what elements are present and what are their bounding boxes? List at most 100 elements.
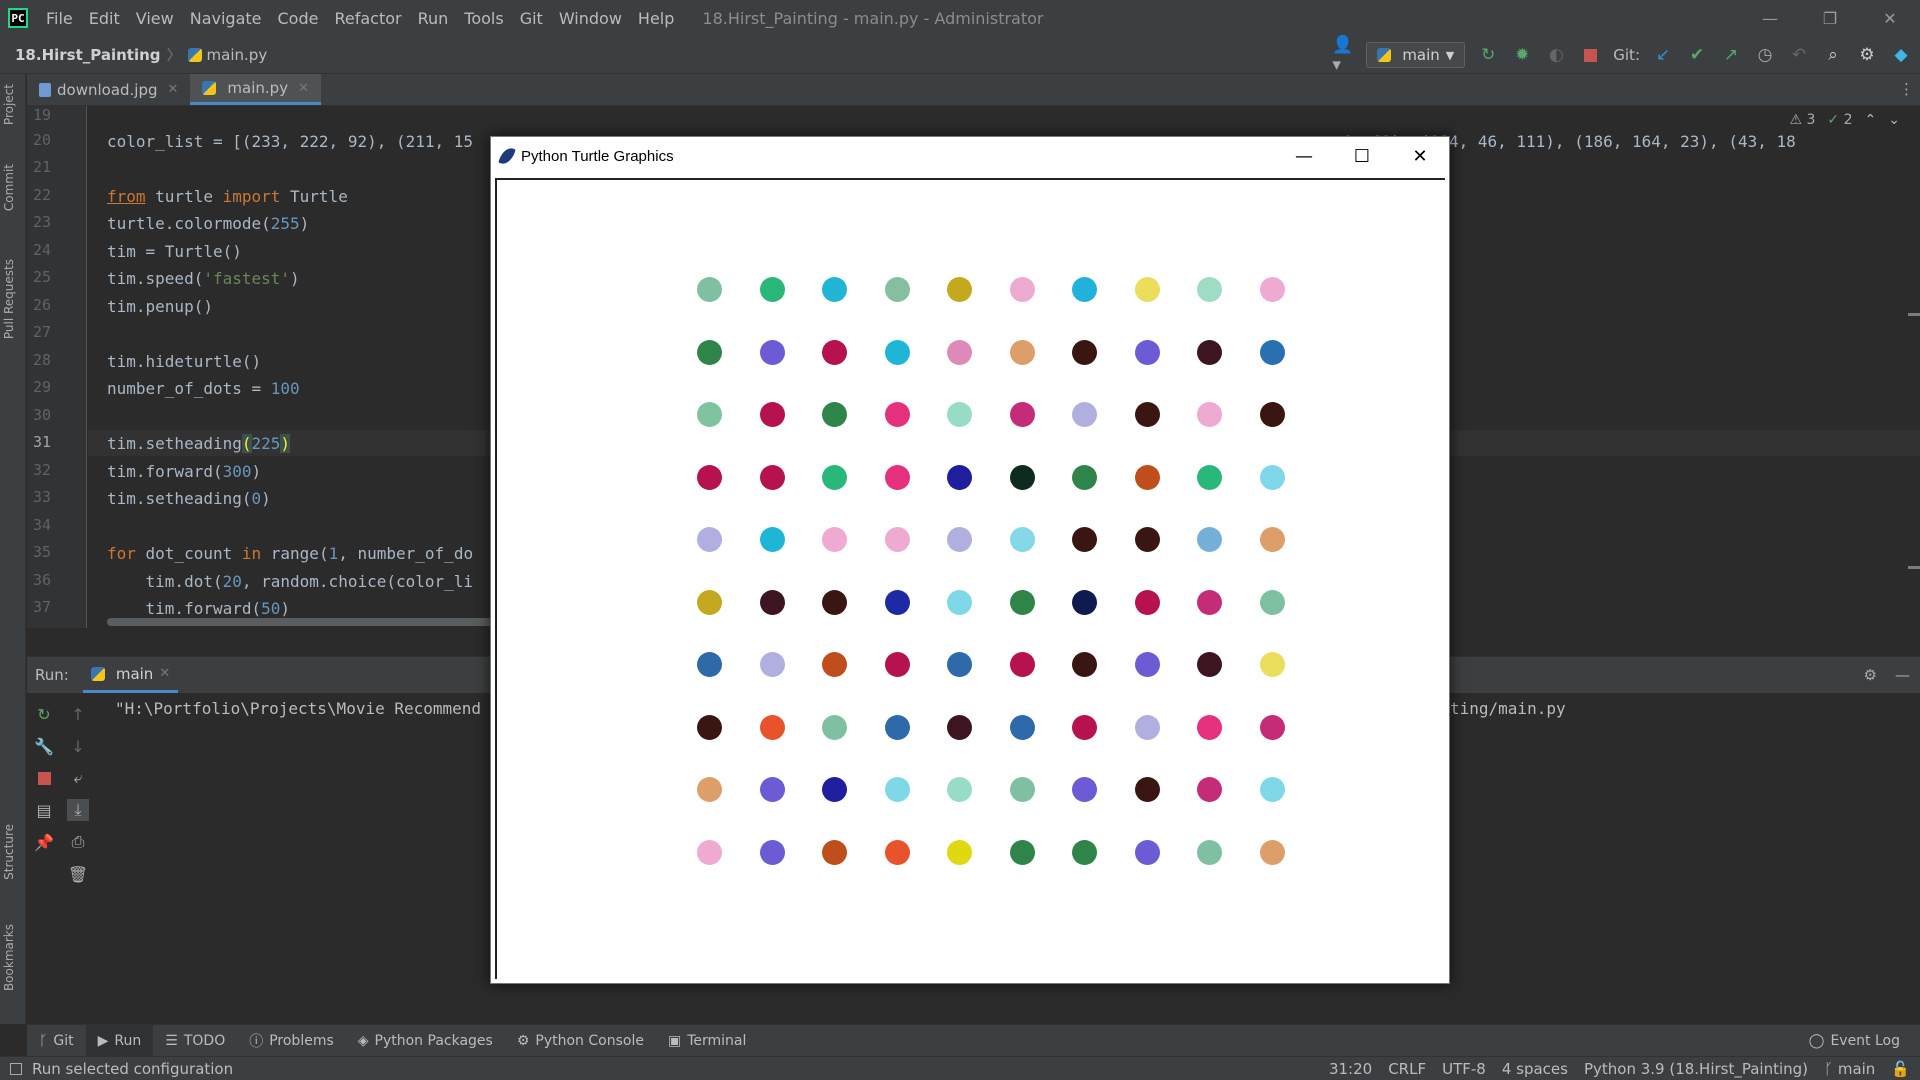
menu-help[interactable]: Help [630,9,682,28]
close-button[interactable]: ✕ [1391,137,1449,175]
coverage-icon[interactable]: ◐ [1545,44,1567,66]
close-tab-icon[interactable]: ✕ [159,666,170,681]
menu-window[interactable]: Window [551,9,630,28]
close-button[interactable]: ✕ [1860,0,1920,36]
problems-tool-button[interactable]: ⓘ Problems [237,1025,346,1057]
painting-dot [884,339,910,365]
project-tool-button[interactable]: Project [2,84,16,125]
rerun-icon[interactable]: ↻ [33,703,55,725]
lock-icon[interactable]: 🔓 [1891,1060,1910,1078]
warning-count: 3 [1806,112,1816,128]
painting-dot [1134,839,1160,865]
turtle-canvas[interactable] [495,178,1445,979]
wrench-icon[interactable]: 🔧 [33,735,55,757]
menu-edit[interactable]: Edit [81,9,128,28]
inspection-widget[interactable]: ⚠ 3 ✓ 2 ⌃ ⌄ [1789,112,1900,128]
breadcrumb-project[interactable]: 18.Hirst_Painting [15,46,161,64]
bookmarks-tool-button[interactable]: Bookmarks [2,924,16,991]
user-icon[interactable]: 👤▾ [1332,35,1354,75]
maximize-button[interactable]: ☐ [1333,137,1391,175]
painting-dot [697,777,722,802]
console-output[interactable]: "H:\Portfolio\Projects\Movie Recommend [115,699,481,718]
status-panel-toggle-icon[interactable] [10,1062,22,1075]
scroll-down-icon[interactable]: ↓ [67,735,89,757]
painting-dot [1197,527,1222,552]
history-icon[interactable]: ◷ [1754,44,1776,66]
breadcrumb-file[interactable]: main.py [207,46,268,64]
painting-dot [822,652,847,677]
structure-tool-button[interactable]: Structure [2,824,16,880]
line-number: 30 [33,406,52,424]
trash-icon[interactable]: 🗑 [67,863,89,885]
painting-dot [1134,714,1160,740]
python-packages-tool-button[interactable]: ◈ Python Packages [346,1025,505,1057]
turtle-window-titlebar[interactable]: Python Turtle Graphics — ☐ ✕ [491,137,1449,175]
terminal-tool-button[interactable]: ▣ Terminal [656,1025,758,1057]
menu-file[interactable]: File [38,9,81,28]
scroll-up-icon[interactable]: ↑ [67,703,89,725]
painting-dot [1134,277,1160,302]
python-console-icon: ⚙ [516,1032,530,1049]
run-config-selector[interactable]: main ▼ [1366,42,1466,68]
settings-gear-icon[interactable]: ⚙ [1864,666,1877,684]
code-line-20: color_list = [(233, 222, 92), (211, 15 [107,132,473,151]
todo-tool-button[interactable]: ☰ TODO [153,1025,237,1057]
git-branch-widget[interactable]: ᚴ main [1824,1060,1875,1078]
rollback-icon[interactable]: ↶ [1788,44,1810,66]
soft-wrap-icon[interactable]: ⤶ [67,767,89,789]
horizontal-scrollbar[interactable] [107,618,507,626]
chevron-down-icon[interactable]: ⌄ [1888,112,1900,128]
painting-dot [1197,652,1222,677]
git-tool-button[interactable]: ᚴ Git [27,1025,86,1057]
python-console-tool-button[interactable]: ⚙ Python Console [505,1025,656,1057]
turtle-graphics-window[interactable]: Python Turtle Graphics — ☐ ✕ [490,136,1450,984]
menu-run[interactable]: Run [410,9,457,28]
tab-download-jpg[interactable]: download.jpg ✕ [27,74,190,105]
close-tab-icon[interactable]: ✕ [298,81,309,96]
search-icon[interactable]: ⌕ [1822,44,1844,66]
hide-panel-icon[interactable]: — [1895,666,1910,684]
rerun-icon[interactable]: ↻ [1477,44,1499,66]
git-commit-icon[interactable]: ✔ [1686,44,1708,66]
pull-requests-tool-button[interactable]: Pull Requests [2,259,16,339]
painting-dot [1259,402,1285,427]
restore-button[interactable]: ❐ [1800,0,1860,36]
pin-icon[interactable]: 📌 [33,831,55,853]
chevron-up-icon[interactable]: ⌃ [1865,112,1877,128]
painting-dot [1134,589,1160,615]
close-tab-icon[interactable]: ✕ [168,82,179,97]
menu-tools[interactable]: Tools [456,9,511,28]
file-encoding[interactable]: UTF-8 [1442,1060,1486,1078]
settings-gear-icon[interactable]: ⚙ [1856,44,1878,66]
caret-position[interactable]: 31:20 [1329,1060,1372,1078]
more-tabs-icon[interactable]: ⋮ [1899,80,1914,98]
debug-icon[interactable]: ✹ [1511,44,1533,66]
code-line-24: tim = Turtle() [107,242,242,261]
line-separator[interactable]: CRLF [1388,1060,1426,1078]
commit-tool-button[interactable]: Commit [2,164,16,211]
run-tool-button[interactable]: ▶ Run [85,1024,154,1057]
tab-main-py[interactable]: main.py ✕ [190,74,321,105]
minimize-button[interactable]: — [1740,0,1800,36]
menu-navigate[interactable]: Navigate [182,9,270,28]
indent-setting[interactable]: 4 spaces [1502,1060,1568,1078]
run-tab-main[interactable]: main ✕ [82,657,179,693]
menu-code[interactable]: Code [270,9,327,28]
menu-refactor[interactable]: Refactor [326,9,409,28]
git-update-icon[interactable]: ↙ [1652,44,1674,66]
print-icon[interactable]: ⎙ [67,831,89,853]
jetbrains-toolbox-icon[interactable]: ◆ [1890,44,1912,66]
run-toolbar-secondary: ↑ ↓ ⤶ ⤓ ⎙ 🗑 [61,693,95,885]
scroll-to-end-icon[interactable]: ⤓ [67,799,89,821]
painting-dot [1197,714,1222,740]
menu-git[interactable]: Git [512,9,551,28]
layout-icon[interactable]: ▤ [33,799,55,821]
stop-icon[interactable] [1579,44,1601,66]
python-file-icon [202,81,217,95]
event-log-button[interactable]: ◯ Event Log [1809,1025,1900,1057]
stop-icon[interactable] [33,767,55,789]
minimize-button[interactable]: — [1275,137,1333,175]
python-interpreter[interactable]: Python 3.9 (18.Hirst_Painting) [1584,1060,1808,1078]
menu-view[interactable]: View [128,9,182,28]
git-push-icon[interactable]: ↗ [1720,44,1742,66]
